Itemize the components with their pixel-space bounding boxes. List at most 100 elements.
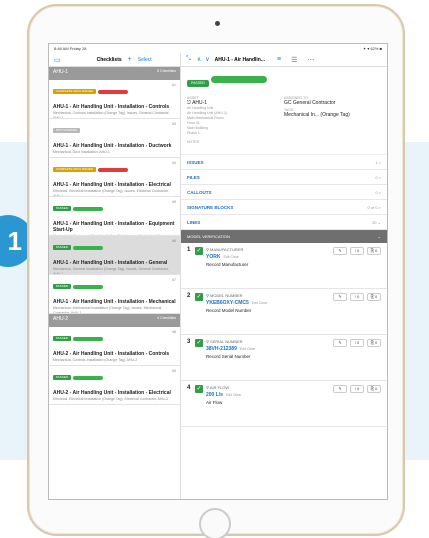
checklist-number: #3 bbox=[172, 122, 176, 126]
status-bar: 8:48 AM Friday 28 ✦ ▾ 62% ■ bbox=[49, 44, 387, 53]
issue-count-button[interactable]: ! 0 bbox=[350, 247, 364, 255]
edit-clear-links[interactable]: Edit Clear bbox=[240, 347, 255, 351]
model-verification-header[interactable]: MODEL VERIFICATION ⌄ bbox=[181, 230, 387, 243]
question-answer[interactable]: YORK Edit Clear bbox=[206, 254, 333, 260]
checklist-subtitle: Mechanical, Mechanical Installation (Ora… bbox=[53, 306, 162, 314]
checklist-item[interactable]: NOT STARTED #3 AHU-1 - Air Handling Unit -… bbox=[49, 119, 180, 158]
attachment-count-button[interactable]: ⎘ 0 bbox=[367, 385, 381, 393]
checklist-title: AHU-1 - Air Handling Unit - Installation… bbox=[53, 221, 175, 233]
assigned-to-value[interactable]: GC General Contractor bbox=[284, 100, 381, 106]
attachment-count-button[interactable]: ⎘ 0 bbox=[367, 293, 381, 301]
add-checklist-button[interactable]: + bbox=[128, 56, 132, 63]
question-answer[interactable]: YKEB6OXY-CMC5 Edit Clear bbox=[206, 300, 333, 306]
question-actions: ✎! 0 ⎘ 0 bbox=[333, 339, 381, 376]
section-row[interactable]: FILES 0 > bbox=[181, 170, 387, 185]
checkbox-checked-icon[interactable]: ✓ bbox=[195, 385, 203, 393]
section-count: 1 > bbox=[375, 159, 381, 165]
pencil-icon[interactable]: ✎ bbox=[333, 385, 347, 393]
checklist-subtitle: Mechanical, Controls Installation (Orang… bbox=[53, 111, 170, 119]
section-label: ISSUES bbox=[187, 159, 204, 165]
question-description: Air Flow bbox=[206, 400, 223, 405]
group-title: AHU-1 bbox=[53, 69, 69, 75]
asset-meta-line: Phase 1 bbox=[187, 131, 200, 135]
question-number: 3 bbox=[187, 339, 191, 345]
checklist-item[interactable]: COMPLETE WITH ISSUES #1 AHU-1 - Air Handli… bbox=[49, 80, 180, 119]
select-button[interactable]: Select bbox=[138, 57, 152, 63]
section-row[interactable]: LINES 20 ⌄ bbox=[181, 215, 387, 230]
attachment-count-button[interactable]: ⎘ 0 bbox=[367, 247, 381, 255]
status-time: 8:48 AM Friday 28 bbox=[54, 46, 87, 51]
checklist-title: AHU-1 - Air Handling Unit - Installation… bbox=[53, 143, 172, 149]
checklists-title: Checklists bbox=[96, 56, 122, 63]
status-badge: PASSED bbox=[187, 80, 209, 87]
notes-label: NOTES bbox=[187, 140, 200, 144]
checklist-title: AHU-2 - Air Handling Unit - Installation… bbox=[53, 351, 170, 357]
checklist-item[interactable]: PASSED #9 AHU-2 - Air Handling Unit - Inst… bbox=[49, 366, 180, 405]
more-icon[interactable]: ⋯ bbox=[307, 56, 314, 64]
status-battery: ✦ ▾ 62% ■ bbox=[362, 46, 382, 51]
checklist-title: AHU-1 - Air Handling Unit - Installation… bbox=[53, 182, 171, 188]
checklist-number: #7 bbox=[172, 278, 176, 282]
question-body: ⚲ MODEL NUMBER YKEB6OXY-CMC5 Edit Clear Rec… bbox=[206, 293, 333, 330]
answer-value: 38VH-212389 bbox=[206, 346, 237, 352]
checkbox-checked-icon[interactable]: ✓ bbox=[195, 293, 203, 301]
section-row[interactable]: ISSUES 1 > bbox=[181, 155, 387, 170]
navigation-bar: ▭ Checklists + Select ⤡ ∧ ∨ AHU-1 - Air … bbox=[49, 53, 387, 67]
issue-count-button[interactable]: ! 0 bbox=[350, 293, 364, 301]
edit-clear-links[interactable]: Edit Clear bbox=[223, 255, 238, 259]
question-body: ⚲ MANUFACTURER YORK Edit Clear Record Manuf… bbox=[206, 247, 333, 284]
question-actions: ✎! 0 ⎘ 0 bbox=[333, 247, 381, 284]
status-chip: NOT STARTED bbox=[53, 128, 80, 134]
checklist-number: #1 bbox=[172, 83, 176, 87]
filter-list-icon[interactable]: ≡ bbox=[277, 56, 281, 63]
checklist-number: #6 bbox=[172, 239, 176, 243]
previous-arrow-icon[interactable]: ∧ bbox=[197, 56, 201, 63]
sidebar-toggle-icon[interactable]: ▭ bbox=[54, 56, 61, 64]
next-arrow-icon[interactable]: ∨ bbox=[205, 56, 209, 63]
home-button[interactable] bbox=[199, 508, 231, 538]
collapse-icon[interactable]: ⤡ bbox=[186, 56, 191, 63]
assignment-column: ASSIGNED TO GC General Contractor TAGS M… bbox=[284, 94, 381, 144]
checklist-item[interactable]: PASSED #6 AHU-1 - Air Handling Unit - Inst… bbox=[49, 236, 180, 275]
question-row: 4 ✓ ⚲ AIR FLOW 200 L/s Edit Clear Air Flow ✎! … bbox=[181, 381, 387, 427]
group-name: 8 Checklists bbox=[157, 69, 176, 73]
checklist-item[interactable]: PASSED #5 AHU-1 - Air Handling Unit - Inst… bbox=[49, 197, 180, 236]
checklist-item[interactable]: PASSED #7 AHU-1 - Air Handling Unit - Inst… bbox=[49, 275, 180, 314]
checkbox-checked-icon[interactable]: ✓ bbox=[195, 247, 203, 255]
question-label: ⚲ SERIAL NUMBER bbox=[206, 339, 333, 344]
answer-value: 200 L/s bbox=[206, 392, 223, 398]
detail-header: PASSED ASSET ⎋ AHU-1 Air Handling Unit Ai… bbox=[181, 67, 387, 155]
section-row[interactable]: CALLOUTS 0 > bbox=[181, 185, 387, 200]
checklist-subtitle: Mechanical, Controls Installation (Orang… bbox=[53, 358, 138, 362]
progress-bar bbox=[72, 284, 103, 289]
section-label: SIGNATURE BLOCKS bbox=[187, 204, 234, 210]
pencil-icon[interactable]: ✎ bbox=[333, 293, 347, 301]
checklist-subtitle: Electrical, Electrical Installation (Ora… bbox=[53, 397, 169, 401]
checklist-title: AHU-1 - Air Handling Unit - Installation… bbox=[53, 260, 168, 266]
pencil-icon[interactable]: ✎ bbox=[333, 247, 347, 255]
issue-count-button[interactable]: ! 0 bbox=[350, 339, 364, 347]
section-count: 0 > bbox=[375, 189, 381, 195]
question-body: ⚲ AIR FLOW 200 L/s Edit Clear Air Flow bbox=[206, 385, 333, 422]
question-answer[interactable]: 38VH-212389 Edit Clear bbox=[206, 346, 333, 352]
checklist-item[interactable]: PASSED #8 AHU-2 - Air Handling Unit - Inst… bbox=[49, 327, 180, 366]
question-label-text: SERIAL NUMBER bbox=[210, 339, 243, 344]
question-answer[interactable]: 200 L/s Edit Clear bbox=[206, 392, 333, 398]
progress-bar bbox=[97, 167, 128, 172]
section-label: FILES bbox=[187, 174, 200, 180]
group-header-ahu-1: 8 Checklists AHU-1 bbox=[49, 67, 180, 80]
pencil-icon[interactable]: ✎ bbox=[333, 339, 347, 347]
issue-count-button[interactable]: ! 0 bbox=[350, 385, 364, 393]
edit-clear-links[interactable]: Edit Clear bbox=[252, 301, 267, 305]
checklist-item[interactable]: COMPLETE WITH ISSUES #4 AHU-1 - Air Handli… bbox=[49, 158, 180, 197]
checkbox-checked-icon[interactable]: ✓ bbox=[195, 339, 203, 347]
edit-clear-links[interactable]: Edit Clear bbox=[226, 393, 241, 397]
menu-icon[interactable]: ☰ bbox=[291, 56, 297, 64]
attachment-count-button[interactable]: ⎘ 0 bbox=[367, 339, 381, 347]
question-label: ⚲ AIR FLOW bbox=[206, 385, 333, 390]
tags-value[interactable]: Mechanical In... (Orange Tag) bbox=[284, 112, 381, 118]
detail-title: AHU-1 - Air Handlin... bbox=[214, 56, 265, 63]
status-chip: COMPLETE WITH ISSUES bbox=[53, 167, 96, 173]
checklist-number: #4 bbox=[172, 161, 176, 165]
section-row[interactable]: SIGNATURE BLOCKS 0 of 0 > bbox=[181, 200, 387, 215]
